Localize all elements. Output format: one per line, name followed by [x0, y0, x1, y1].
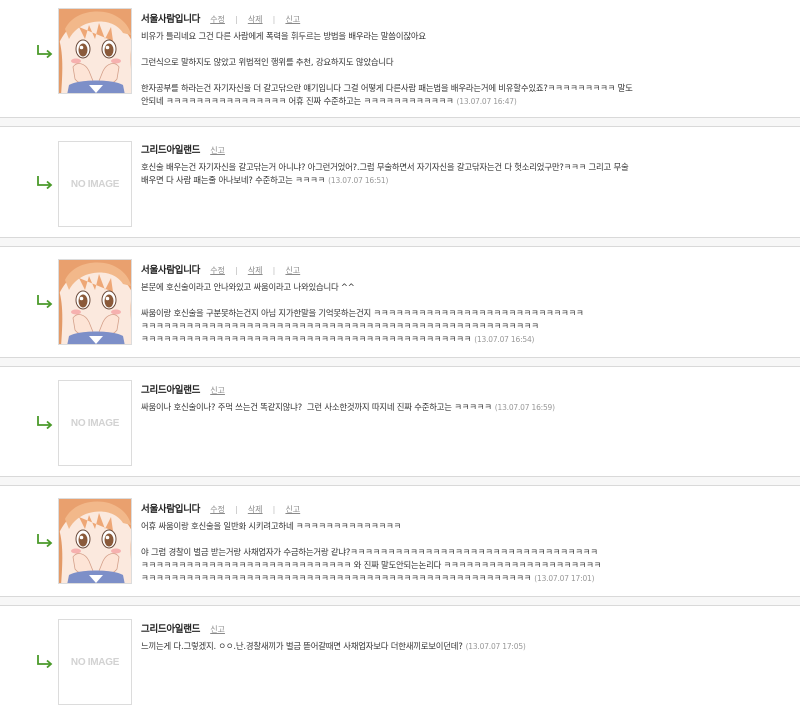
- comment-separator: [0, 357, 800, 367]
- report-link[interactable]: 신고: [210, 386, 225, 395]
- comment-separator: [0, 596, 800, 606]
- comment-line: 본문에 호신술이라고 안나와있고 싸움이라고 나와있습니다 ^^: [141, 282, 355, 292]
- no-image-label: NO IMAGE: [70, 656, 120, 668]
- comment-line: [141, 69, 741, 82]
- comment-line: 싸움이랑 호신술을 구분못하는건지 아님 지가한말을 기억못하는건지 ㅋㅋㅋㅋㅋ…: [141, 308, 584, 318]
- comment-date: (13.07.07 16:47): [456, 97, 517, 106]
- comment-text: 호신술 배우는건 자기자신을 갈고닦는거 아니냐? 아그런거었어?.그럼 무술하…: [141, 161, 741, 187]
- comment-header: 그리드아일랜드 신고: [141, 141, 741, 156]
- comment-header: 그리드아일랜드 신고: [141, 620, 741, 635]
- user-avatar[interactable]: [58, 498, 132, 584]
- comment-line: 안되네 ㅋㅋㅋㅋㅋㅋㅋㅋㅋㅋㅋㅋㅋㅋㅋㅋ 어휴 진짜 수준하고는 ㅋㅋㅋㅋㅋㅋㅋ…: [141, 95, 741, 108]
- comment-line: 싸움이나 호신술이나? 주먹 쓰는건 똑같지않냐? 그런 사소한것까지 따지네 …: [141, 401, 741, 414]
- comment-line: [141, 533, 741, 546]
- comment-author[interactable]: 서울사람입니다: [141, 14, 200, 25]
- comment-line: 느끼는게 다.그렇겠지. ㅇㅇ.난.경찰새끼가 벌금 뜯어갈때면 사채업자보다 …: [141, 640, 741, 653]
- reply-arrow-icon: [36, 175, 54, 189]
- comment-separator: [0, 476, 800, 486]
- comment-line: 비유가 틀리네요 그건 다른 사람에게 폭력을 휘두르는 방법을 배우라는 말씀…: [141, 31, 426, 41]
- comment-header: 그리드아일랜드 신고: [141, 381, 741, 396]
- user-avatar[interactable]: [58, 8, 132, 94]
- no-image-avatar[interactable]: NO IMAGE: [58, 380, 132, 466]
- report-link[interactable]: 신고: [210, 146, 225, 155]
- action-divider: |: [235, 505, 238, 514]
- comment-line: 그런식으로 말하지도 않았고 위법적인 행위를 추천, 강요하지도 않았습니다: [141, 57, 394, 67]
- comment-line: [141, 294, 741, 307]
- delete-link[interactable]: 삭제: [248, 505, 263, 514]
- comment-date: (13.07.07 17:05): [465, 642, 526, 651]
- edit-link[interactable]: 수정: [210, 266, 225, 275]
- comment-header: 서울사람입니다 수정 | 삭제 | 신고: [141, 500, 741, 515]
- comment-text: 어휴 싸움이랑 호신술을 일반화 시키려고하네 ㅋㅋㅋㅋㅋㅋㅋㅋㅋㅋㅋㅋㅋㅋ 야…: [141, 520, 741, 585]
- comment-date: (13.07.07 16:54): [474, 335, 535, 344]
- action-divider: |: [272, 505, 276, 514]
- comment-line: 호신술 배우는건 자기자신을 갈고닦는거 아니냐? 아그런거었어?.그럼 무술하…: [141, 162, 629, 172]
- comment-text: 비유가 틀리네요 그건 다른 사람에게 폭력을 휘두르는 방법을 배우라는 말씀…: [141, 30, 741, 108]
- comment-text: 싸움이나 호신술이나? 주먹 쓰는건 똑같지않냐? 그런 사소한것까지 따지네 …: [141, 401, 741, 414]
- comment-author[interactable]: 그리드아일랜드: [141, 145, 200, 156]
- comment-line: 야 그럼 경찰이 벌금 받는거랑 사채업자가 수금하는거랑 같냐?ㅋㅋㅋㅋㅋㅋㅋ…: [141, 547, 598, 557]
- edit-link[interactable]: 수정: [210, 15, 225, 24]
- comment-date: (13.07.07 17:01): [534, 574, 595, 583]
- comment-line: [141, 43, 741, 56]
- comment-line: 한자공부를 하라는건 자기자신을 더 갈고닦으란 얘기입니다 그걸 어떻게 다른…: [141, 83, 633, 93]
- no-image-avatar[interactable]: NO IMAGE: [58, 619, 132, 705]
- report-link[interactable]: 신고: [285, 505, 300, 514]
- action-divider: |: [235, 15, 238, 24]
- reply-arrow-icon: [36, 294, 54, 308]
- comment-line-text: 배우면 다 사람 패는줄 아나보네? 수준하고는 ㅋㅋㅋㅋ: [141, 175, 326, 185]
- user-avatar[interactable]: [58, 259, 132, 345]
- comment-line: ㅋㅋㅋㅋㅋㅋㅋㅋㅋㅋㅋㅋㅋㅋㅋㅋㅋㅋㅋㅋㅋㅋㅋㅋㅋㅋㅋㅋ 와 진짜 말도안되는논…: [141, 560, 602, 570]
- comment-line: 배우면 다 사람 패는줄 아나보네? 수준하고는 ㅋㅋㅋㅋ (13.07.07 1…: [141, 174, 741, 187]
- no-image-label: NO IMAGE: [70, 417, 120, 429]
- report-link[interactable]: 신고: [285, 15, 300, 24]
- action-divider: |: [272, 15, 276, 24]
- comment-line-text: ㅋㅋㅋㅋㅋㅋㅋㅋㅋㅋㅋㅋㅋㅋㅋㅋㅋㅋㅋㅋㅋㅋㅋㅋㅋㅋㅋㅋㅋㅋㅋㅋㅋㅋㅋㅋㅋㅋㅋㅋ…: [141, 334, 472, 344]
- delete-link[interactable]: 삭제: [248, 266, 263, 275]
- action-divider: |: [272, 266, 276, 275]
- reply-arrow-icon: [36, 44, 54, 58]
- reply-arrow-icon: [36, 654, 54, 668]
- comment-line-text: 느끼는게 다.그렇겠지. ㅇㅇ.난.경찰새끼가 벌금 뜯어갈때면 사채업자보다 …: [141, 641, 463, 651]
- action-divider: |: [235, 266, 238, 275]
- comment-line: ㅋㅋㅋㅋㅋㅋㅋㅋㅋㅋㅋㅋㅋㅋㅋㅋㅋㅋㅋㅋㅋㅋㅋㅋㅋㅋㅋㅋㅋㅋㅋㅋㅋㅋㅋㅋㅋㅋㅋㅋ…: [141, 333, 741, 346]
- comment-text: 본문에 호신술이라고 안나와있고 싸움이라고 나와있습니다 ^^ 싸움이랑 호신…: [141, 281, 741, 346]
- edit-link[interactable]: 수정: [210, 505, 225, 514]
- comment-separator: [0, 117, 800, 127]
- comment-line-text: 싸움이나 호신술이나? 주먹 쓰는건 똑같지않냐? 그런 사소한것까지 따지네 …: [141, 402, 492, 412]
- comment-date: (13.07.07 16:51): [328, 176, 389, 185]
- no-image-avatar[interactable]: NO IMAGE: [58, 141, 132, 227]
- comment-line: 어휴 싸움이랑 호신술을 일반화 시키려고하네 ㅋㅋㅋㅋㅋㅋㅋㅋㅋㅋㅋㅋㅋㅋ: [141, 521, 401, 531]
- no-image-label: NO IMAGE: [70, 178, 120, 190]
- comment-line-text: ㅋㅋㅋㅋㅋㅋㅋㅋㅋㅋㅋㅋㅋㅋㅋㅋㅋㅋㅋㅋㅋㅋㅋㅋㅋㅋㅋㅋㅋㅋㅋㅋㅋㅋㅋㅋㅋㅋㅋㅋ…: [141, 573, 532, 583]
- report-link[interactable]: 신고: [285, 266, 300, 275]
- comment-line: ㅋㅋㅋㅋㅋㅋㅋㅋㅋㅋㅋㅋㅋㅋㅋㅋㅋㅋㅋㅋㅋㅋㅋㅋㅋㅋㅋㅋㅋㅋㅋㅋㅋㅋㅋㅋㅋㅋㅋㅋ…: [141, 321, 539, 331]
- comment-line: ㅋㅋㅋㅋㅋㅋㅋㅋㅋㅋㅋㅋㅋㅋㅋㅋㅋㅋㅋㅋㅋㅋㅋㅋㅋㅋㅋㅋㅋㅋㅋㅋㅋㅋㅋㅋㅋㅋㅋㅋ…: [141, 572, 741, 585]
- comment-header: 서울사람입니다 수정 | 삭제 | 신고: [141, 10, 741, 25]
- report-link[interactable]: 신고: [210, 625, 225, 634]
- comment-text: 느끼는게 다.그렇겠지. ㅇㅇ.난.경찰새끼가 벌금 뜯어갈때면 사채업자보다 …: [141, 640, 741, 653]
- comment-header: 서울사람입니다 수정 | 삭제 | 신고: [141, 261, 741, 276]
- comment-author[interactable]: 그리드아일랜드: [141, 624, 200, 635]
- comment-author[interactable]: 그리드아일랜드: [141, 385, 200, 396]
- comment-author[interactable]: 서울사람입니다: [141, 504, 200, 515]
- comment-line-text: 안되네 ㅋㅋㅋㅋㅋㅋㅋㅋㅋㅋㅋㅋㅋㅋㅋㅋ 어휴 진짜 수준하고는 ㅋㅋㅋㅋㅋㅋㅋ…: [141, 96, 454, 106]
- reply-arrow-icon: [36, 533, 54, 547]
- comment-separator: [0, 237, 800, 247]
- delete-link[interactable]: 삭제: [248, 15, 263, 24]
- comment-author[interactable]: 서울사람입니다: [141, 265, 200, 276]
- comment-date: (13.07.07 16:59): [494, 403, 555, 412]
- reply-arrow-icon: [36, 415, 54, 429]
